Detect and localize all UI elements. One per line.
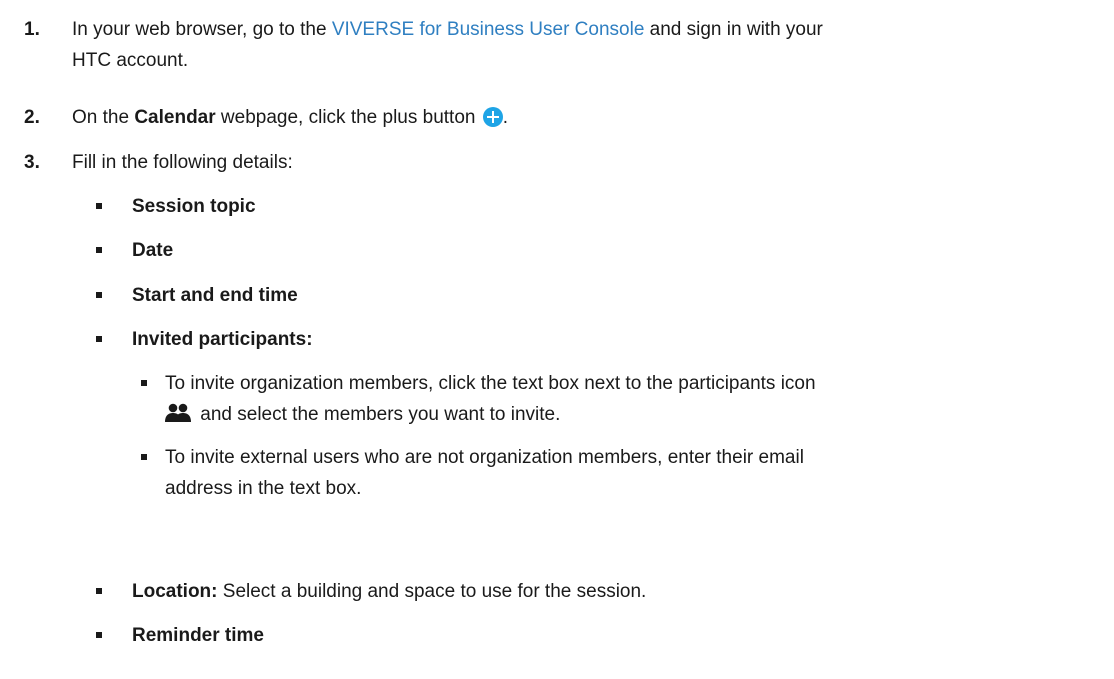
sub-list-item-text: To invite organization members, click th… [165, 368, 1106, 430]
participants-icon [165, 403, 191, 422]
bullet-icon [141, 380, 147, 386]
list-item-label: Reminder time [132, 625, 264, 646]
step-2: 2. On the Calendar webpage, click the pl… [24, 102, 1106, 133]
step-text-line2: HTC account. [72, 50, 189, 71]
sub-item-line2: and select the members you want to invit… [195, 404, 561, 425]
sub-list-item-org-members: To invite organization members, click th… [141, 368, 1106, 430]
list-item-start-end-time: Start and end time [96, 280, 1106, 311]
list-item-label: Session topic [132, 196, 256, 217]
list-item-label: Location: [132, 581, 218, 602]
list-item-location: Location: Select a building and space to… [96, 576, 1106, 607]
step-number: 2. [24, 107, 40, 128]
list-item-label: Date [132, 240, 174, 261]
step-text-prefix: In your web browser, go to the [72, 19, 332, 40]
bullet-icon [96, 632, 102, 638]
bullet-icon [96, 336, 102, 342]
list-item-reminder-time: Reminder time [96, 620, 1106, 651]
user-console-link[interactable]: VIVERSE for Business User Console [332, 19, 645, 40]
step-text-end: . [502, 107, 509, 128]
step-text: On the Calendar webpage, click the plus … [72, 102, 1106, 133]
step-1: 1. In your web browser, go to the VIVERS… [24, 14, 1106, 76]
calendar-term: Calendar [134, 107, 216, 128]
step-text-prefix: On the [72, 107, 135, 128]
list-item-description: Select a building and space to use for t… [217, 581, 647, 602]
bullet-icon [96, 247, 102, 253]
step-number: 1. [24, 19, 40, 40]
bullet-icon [96, 588, 102, 594]
list-item-session-topic: Session topic [96, 191, 1106, 222]
plus-circle-icon [482, 107, 503, 127]
instructions-document: 1. In your web browser, go to the VIVERS… [0, 0, 1114, 679]
sub-list-item-text: To invite external users who are not org… [165, 442, 1106, 504]
sub-list-item-external-users: To invite external users who are not org… [141, 442, 1106, 504]
step-text: Fill in the following details: [72, 152, 293, 173]
bullet-icon [96, 292, 102, 298]
step-text-suffix: webpage, click the plus button [215, 107, 476, 128]
sub-item-line2: address in the text box. [165, 478, 362, 499]
step-text-suffix: and sign in with your [644, 19, 823, 40]
sub-item-line1: To invite organization members, click th… [165, 373, 816, 394]
list-item-date: Date [96, 235, 1106, 266]
sub-item-line1: To invite external users who are not org… [165, 447, 804, 468]
list-item-text: Location: Select a building and space to… [132, 576, 1106, 607]
bullet-icon [141, 454, 147, 460]
list-item-invited-participants: Invited participants: [96, 324, 1106, 355]
list-item-label: Start and end time [132, 285, 298, 306]
bullet-icon [96, 203, 102, 209]
list-item-label: Invited participants: [132, 329, 313, 350]
step-text: In your web browser, go to the VIVERSE f… [72, 14, 1106, 76]
step-number: 3. [24, 152, 40, 173]
step-3: 3. Fill in the following details: [24, 147, 1106, 178]
